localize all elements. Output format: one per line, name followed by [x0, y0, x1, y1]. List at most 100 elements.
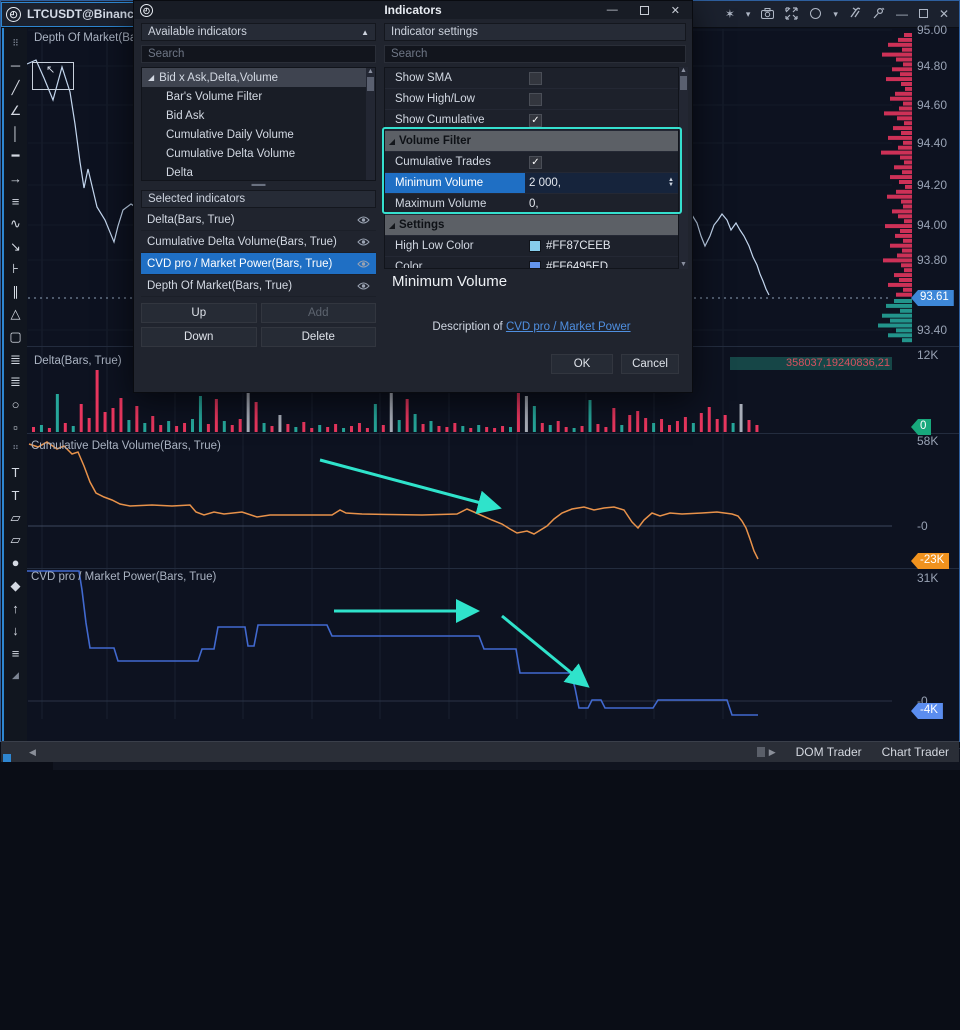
tree-item[interactable]: Delta: [142, 163, 375, 181]
selected-indicator-item[interactable]: Depth Of Market(Bars, True): [141, 275, 376, 297]
tree-item-group[interactable]: ◢ Bid x Ask,Delta,Volume: [142, 68, 375, 87]
selected-indicator-item[interactable]: Cumulative Delta Volume(Bars, True): [141, 231, 376, 253]
text-tool[interactable]: T: [5, 484, 27, 507]
color-swatch[interactable]: [529, 261, 541, 269]
visibility-eye-icon[interactable]: [357, 237, 370, 247]
checkbox-checked[interactable]: ✓: [529, 156, 542, 169]
add-button[interactable]: Add: [261, 303, 377, 323]
collapse-icon[interactable]: ▲: [361, 28, 369, 37]
selection-rectangle[interactable]: ↖: [32, 62, 74, 90]
group-header-volume-filter[interactable]: ◢ Volume Filter: [385, 131, 678, 152]
available-indicators-tree[interactable]: ◢ Bid x Ask,Delta,Volume Bar's Volume Fi…: [141, 67, 376, 181]
angle-tool[interactable]: ∠: [5, 100, 27, 123]
tree-item[interactable]: Bar's Volume Filter: [142, 87, 375, 106]
volume-levels-tool[interactable]: ≣: [5, 348, 27, 371]
delete-button[interactable]: Delete: [261, 327, 377, 347]
horizontal-ray-tool[interactable]: ━: [5, 145, 27, 168]
color-swatch[interactable]: [529, 240, 541, 252]
tree-item[interactable]: Cumulative Daily Volume: [142, 125, 375, 144]
minimize-icon[interactable]: —: [607, 4, 618, 16]
caret-down-icon[interactable]: ▾: [746, 10, 751, 19]
trend-line-tool[interactable]: ╱: [5, 77, 27, 100]
dotted-rect-tool[interactable]: ⠛: [5, 439, 27, 462]
visibility-eye-icon[interactable]: [357, 259, 370, 269]
checkbox-checked[interactable]: ✓: [529, 114, 542, 127]
up-button[interactable]: Up: [141, 303, 257, 323]
triangle-tool[interactable]: △: [5, 303, 27, 326]
tab-chart-trader[interactable]: Chart Trader: [872, 745, 959, 759]
settings-scrollbar[interactable]: ▲ ▼: [679, 67, 688, 269]
close-icon[interactable]: ✕: [939, 8, 949, 20]
spinner-control[interactable]: ▲▼: [668, 178, 674, 188]
price-marker-tool[interactable]: ⊦: [5, 258, 27, 281]
close-icon[interactable]: ✕: [671, 4, 680, 17]
tab-dom-trader[interactable]: DOM Trader: [786, 745, 872, 759]
note-tag-tool[interactable]: ▱: [5, 529, 27, 552]
available-indicators-header[interactable]: Available indicators ▲: [141, 23, 376, 41]
panel-separator[interactable]: [27, 433, 959, 434]
cancel-button[interactable]: Cancel: [621, 354, 679, 374]
collapse-corner[interactable]: ◢: [5, 665, 27, 688]
diamond-marker-tool[interactable]: ◆: [5, 574, 27, 597]
setting-row-show-sma[interactable]: Show SMA: [385, 68, 678, 89]
settings-search-input[interactable]: Search: [384, 45, 686, 63]
setting-row-color[interactable]: Color #FF6495ED: [385, 257, 678, 269]
price-tag-tool[interactable]: ▱: [5, 506, 27, 529]
dashed-rect-tool[interactable]: ▫: [5, 416, 27, 439]
hscroll-thumb[interactable]: [757, 747, 765, 757]
tree-item[interactable]: Cumulative Delta Volume: [142, 144, 375, 163]
arrow-up-marker-tool[interactable]: ↑: [5, 597, 27, 620]
available-search-input[interactable]: Search: [141, 45, 376, 63]
maximize-icon[interactable]: [919, 8, 928, 20]
checkbox-unchecked[interactable]: [529, 72, 542, 85]
channel-tool[interactable]: ∥: [5, 281, 27, 304]
screenshot-icon[interactable]: [761, 8, 774, 21]
horizontal-line-tool[interactable]: ─: [5, 55, 27, 78]
setting-row-show-highlow[interactable]: Show High/Low: [385, 89, 678, 110]
setting-row-cumulative-trades[interactable]: Cumulative Trades ✓: [385, 152, 678, 173]
panel-separator[interactable]: [27, 568, 959, 569]
selected-indicator-item[interactable]: CVD pro / Market Power(Bars, True): [141, 253, 376, 275]
arrow-line-tool[interactable]: →: [5, 168, 27, 191]
rectangle-tool[interactable]: ▢: [5, 326, 27, 349]
expander-icon[interactable]: ◢: [148, 73, 154, 82]
scroll-right-icon[interactable]: ▶: [769, 747, 776, 758]
parallel-lines-tool[interactable]: ≡: [5, 190, 27, 213]
panel-splitter[interactable]: ▬▬: [141, 183, 376, 189]
drag-grip[interactable]: ⠿: [5, 32, 27, 55]
scroll-left-icon[interactable]: ◀: [29, 747, 36, 758]
taskbar-chip[interactable]: [3, 754, 11, 762]
indicator-description-link[interactable]: CVD pro / Market Power: [506, 321, 631, 333]
visibility-eye-icon[interactable]: [357, 281, 370, 291]
vertical-line-tool[interactable]: │: [5, 122, 27, 145]
dialog-titlebar[interactable]: ◴ Indicators — ✕: [134, 1, 692, 19]
polyline-tool[interactable]: ∿: [5, 213, 27, 236]
clear-drawings-icon[interactable]: [809, 7, 822, 22]
group-header-settings[interactable]: ◢ Settings: [385, 215, 678, 236]
minimum-volume-input[interactable]: 2 000, ▲▼: [525, 173, 678, 193]
cumulative-ladder-tool[interactable]: ≡: [5, 642, 27, 665]
tree-item[interactable]: Bid Ask: [142, 106, 375, 125]
volume-levels2-tool[interactable]: ≣: [5, 371, 27, 394]
ellipse-tool[interactable]: ○: [5, 394, 27, 417]
caret-down-icon[interactable]: ▾: [833, 10, 838, 19]
ok-button[interactable]: OK: [551, 354, 613, 374]
pin-icon[interactable]: [873, 7, 885, 21]
arrow-down-marker-tool[interactable]: ↓: [5, 619, 27, 642]
setting-row-high-low-color[interactable]: High Low Color #FF87CEEB: [385, 236, 678, 257]
down-button[interactable]: Down: [141, 327, 257, 347]
anchored-text-tool[interactable]: T: [5, 461, 27, 484]
tools-icon[interactable]: [849, 7, 862, 21]
setting-row-minimum-volume[interactable]: Minimum Volume 2 000, ▲▼: [385, 173, 678, 194]
setting-row-maximum-volume[interactable]: Maximum Volume 0,: [385, 194, 678, 215]
setting-row-show-cumulative[interactable]: Show Cumulative ✓: [385, 110, 678, 131]
maximize-icon[interactable]: [640, 6, 649, 15]
checkbox-unchecked[interactable]: [529, 93, 542, 106]
selected-indicator-item[interactable]: Delta(Bars, True): [141, 209, 376, 231]
tree-scrollbar[interactable]: ▲: [366, 68, 375, 181]
minimize-icon[interactable]: —: [896, 8, 908, 20]
indicator-favorites-icon[interactable]: ✶: [725, 8, 735, 20]
visibility-eye-icon[interactable]: [357, 215, 370, 225]
maximum-volume-input[interactable]: 0,: [525, 194, 678, 214]
dot-marker-tool[interactable]: ●: [5, 552, 27, 575]
